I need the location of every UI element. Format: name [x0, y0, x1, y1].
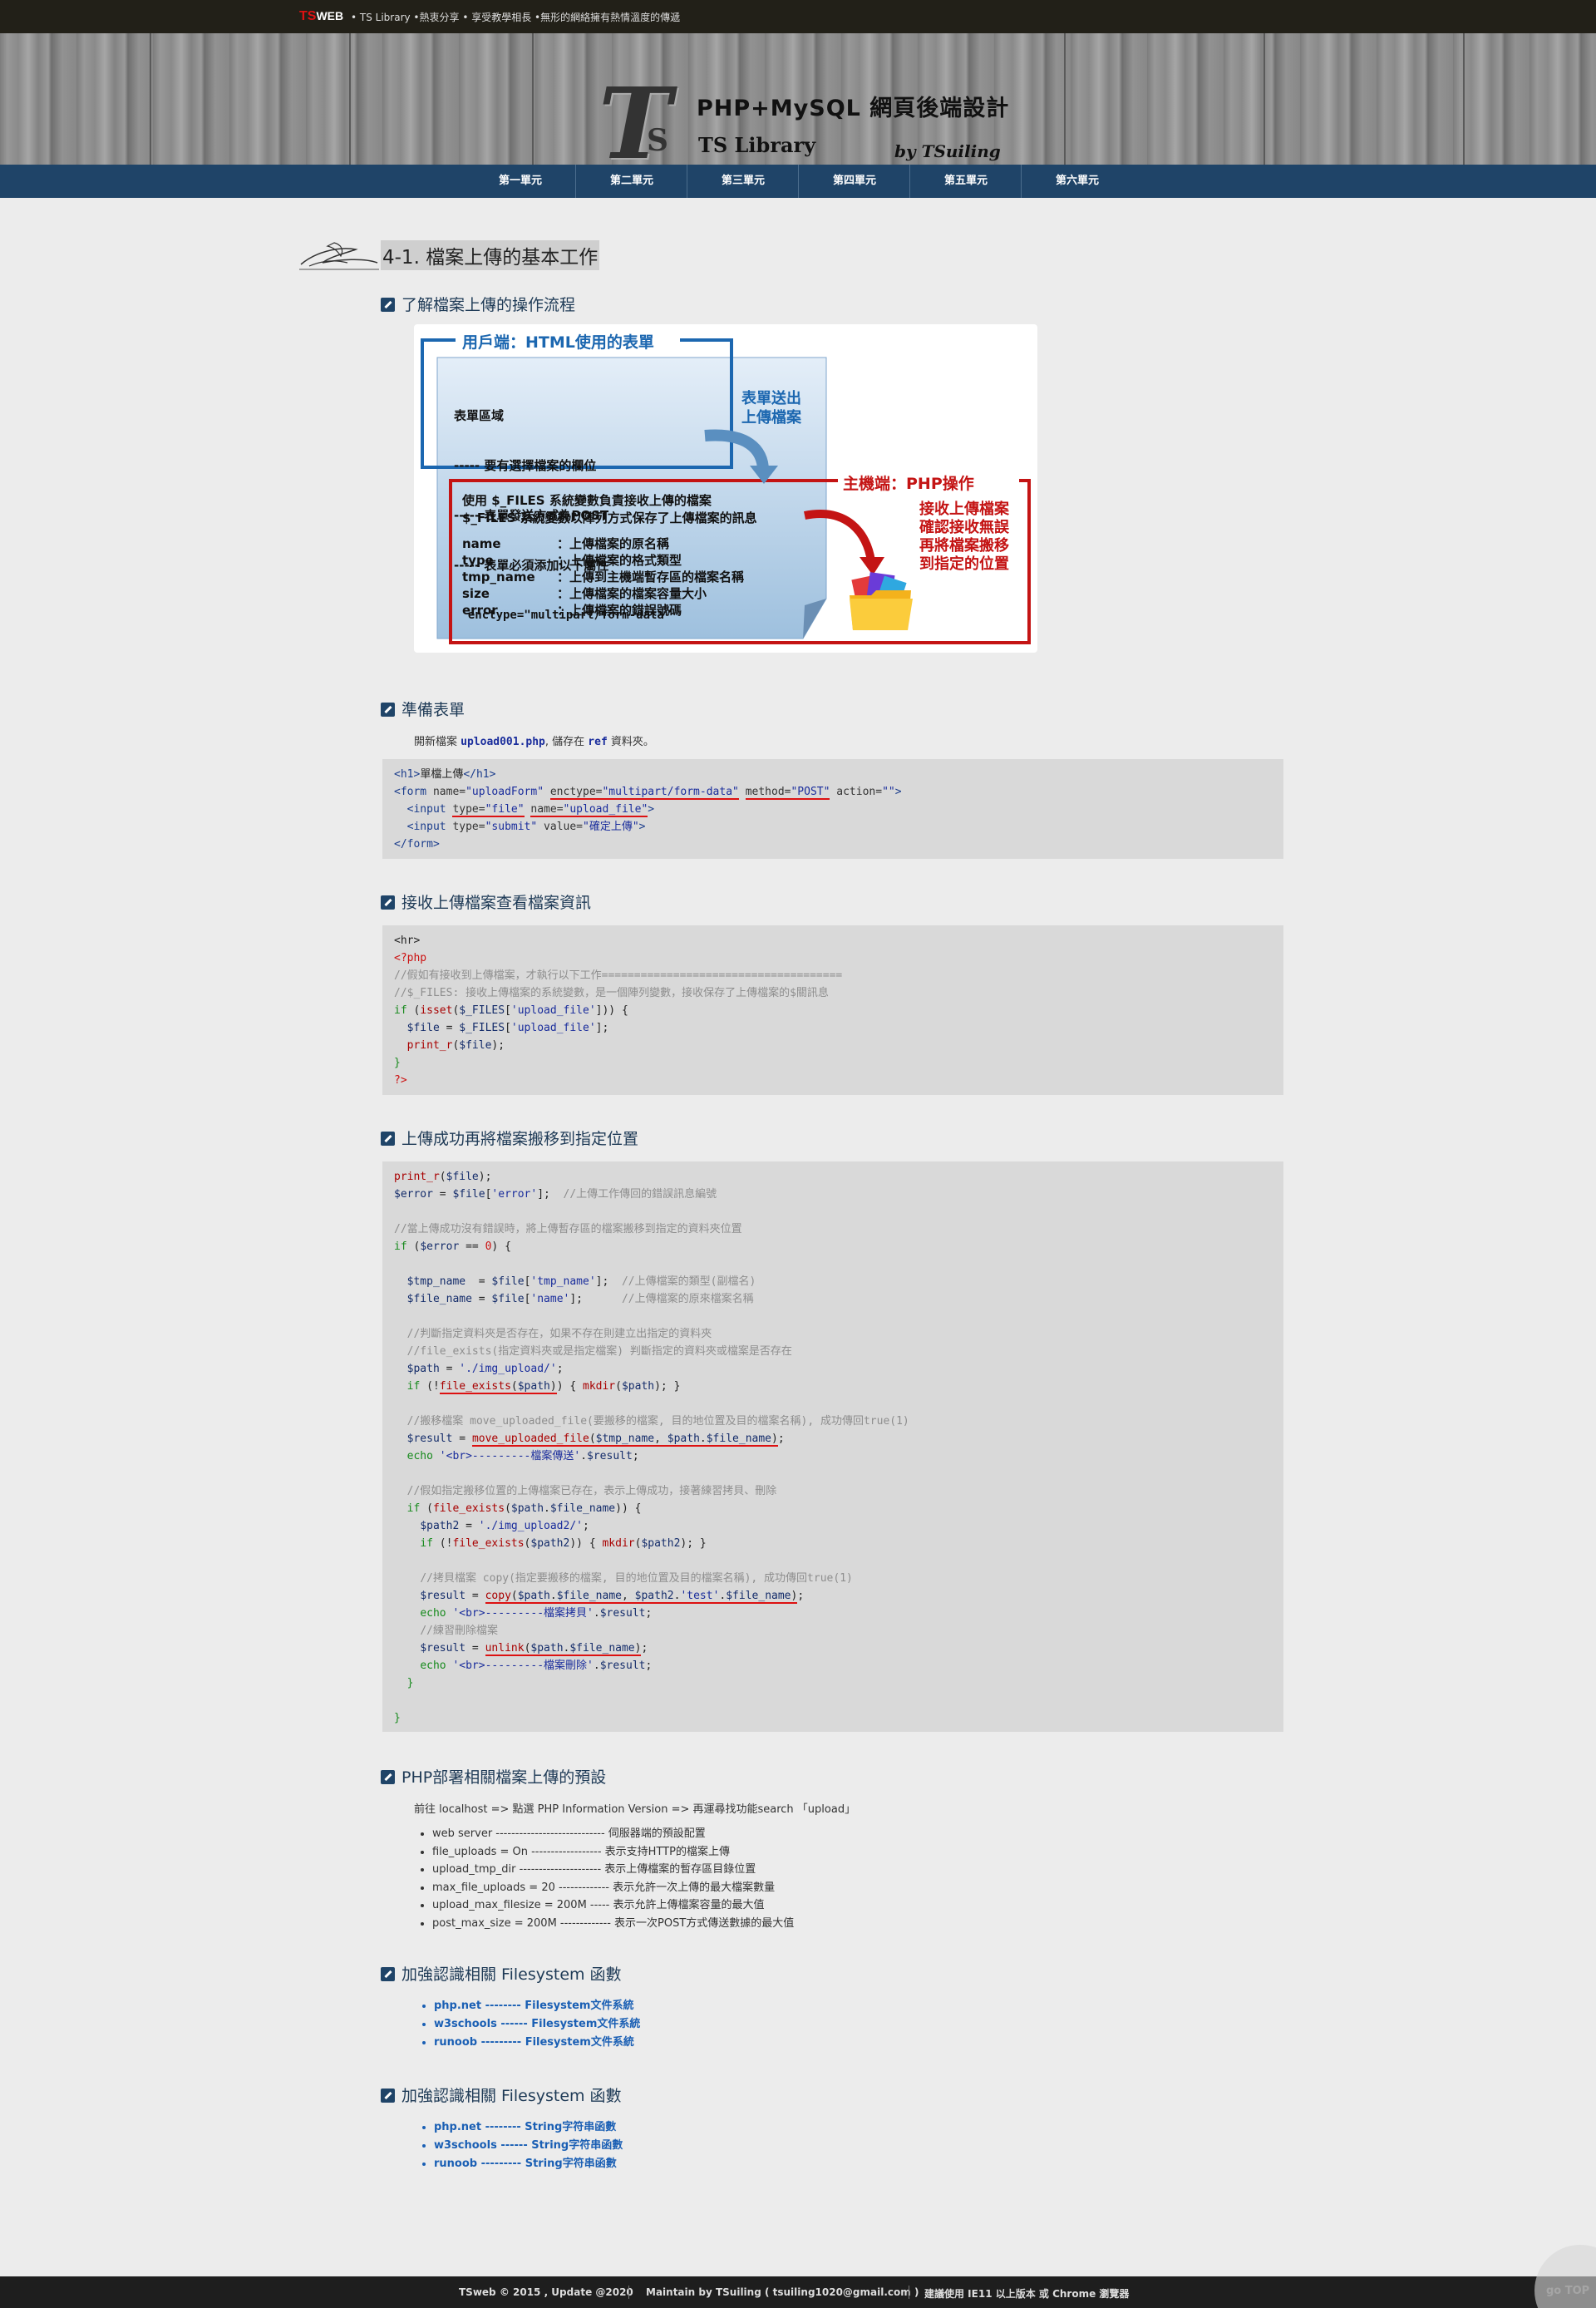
edit-icon	[381, 703, 395, 717]
site-title: PHP+MySQL 網頁後端設計	[697, 96, 1010, 121]
nav-item-unit-5[interactable]: 第五單元	[910, 165, 1022, 198]
section-heading-string: 加強認識相關 Filesystem 函數	[381, 2084, 622, 2106]
edit-icon	[381, 1132, 395, 1146]
nav-item-unit-6[interactable]: 第六單元	[1022, 165, 1133, 198]
list-item: max_file_uploads = 20 ------------- 表示允許…	[432, 1879, 794, 1897]
folder-highlight: ref	[588, 736, 608, 748]
page-title: 4-1. 檔案上傳的基本工作	[381, 240, 600, 270]
section-heading-filesystem: 加強認識相關 Filesystem 函數	[381, 1962, 622, 1985]
code-block-receive[interactable]: <hr> <?php //假如有接收到上傳檔案，才執行以下工作=========…	[382, 925, 1283, 1095]
section-heading-receive-file: 接收上傳檔案查看檔案資訊	[381, 890, 591, 913]
send-label: 表單送出 上傳檔案	[741, 390, 801, 427]
link-runoob-filesystem[interactable]: runoob --------- Filesystem文件系統	[434, 2036, 634, 2049]
folder-icon	[850, 572, 913, 630]
list-item: php.net -------- Filesystem文件系統	[434, 1997, 640, 2015]
code-block-move[interactable]: print_r($file); $error = $file['error'];…	[382, 1161, 1283, 1732]
footer-copyright: TSweb © 2015 , Update @2020	[459, 2286, 633, 2298]
code-block-form[interactable]: <h1>單檔上傳</h1> <form name="uploadForm" en…	[382, 759, 1283, 859]
top-bar: TSWEB • TS Library •熱衷分享 • 享受教學相長 •無形的網絡…	[0, 0, 1596, 33]
edit-icon	[381, 2089, 395, 2103]
section-heading-move-file: 上傳成功再將檔案搬移到指定位置	[381, 1127, 638, 1149]
edit-icon	[381, 1770, 395, 1784]
list-item: post_max_size = 200M ------------- 表示一次P…	[432, 1915, 794, 1933]
client-line: 表單區域	[454, 408, 505, 423]
files-field-row: error ：上傳檔案的錯誤號碼	[462, 603, 682, 618]
list-item: upload_tmp_dir --------------------- 表示上…	[432, 1861, 794, 1879]
filesystem-links: php.net -------- Filesystem文件系統 w3school…	[434, 1997, 640, 2052]
link-w3schools-string[interactable]: w3schools ------ String字符串函數	[434, 2139, 623, 2152]
site-byline: by TSuiling	[894, 141, 1001, 161]
files-field-row: name ：上傳檔案的原名稱	[462, 536, 670, 551]
nav-item-unit-2[interactable]: 第二單元	[576, 165, 687, 198]
section-heading-prepare-form: 準備表單	[381, 698, 465, 720]
server-box-title: 主機端：PHP操作	[843, 475, 974, 493]
list-item: php.net -------- String字符串函數	[434, 2118, 623, 2137]
quill-pen-icon	[299, 242, 379, 270]
filename-highlight: upload001.php	[461, 736, 545, 748]
files-field-table: name ：上傳檔案的原名稱 type ：上傳檔案的格式類型 tmp_name ：上傳…	[462, 535, 744, 619]
list-item: file_uploads = On ------------------ 表示支…	[432, 1843, 794, 1862]
files-field-row: size ：上傳檔案的檔案容量大小	[462, 586, 707, 601]
nav-item-unit-4[interactable]: 第四單元	[799, 165, 910, 198]
site-tagline: • TS Library •熱衷分享 • 享受教學相長 •無形的網絡擁有熱情溫度…	[351, 12, 681, 23]
server-intro: 使用 $_FILES 系統變數負責接收上傳的檔案 $_FILES 系統變數以陣列…	[462, 493, 757, 525]
footer-maintainer[interactable]: Maintain by TSuiling ( tsuiling1020@gmai…	[646, 2286, 919, 2298]
main-content: 4-1. 檔案上傳的基本工作 了解檔案上傳的操作流程 用戶端：HTML使用的表單…	[0, 198, 1596, 2276]
string-links: php.net -------- String字符串函數 w3schools -…	[434, 2118, 623, 2173]
files-field-row: type ：上傳檔案的格式類型	[462, 553, 682, 568]
prepare-form-text: 開新檔案 upload001.php, 儲存在 ref 資料夾。	[414, 736, 654, 748]
edit-icon	[381, 298, 395, 312]
nav-item-unit-1[interactable]: 第一單元	[465, 165, 576, 198]
main-nav: 第一單元 第二單元 第三單元 第四單元 第五單元 第六單元	[0, 165, 1596, 198]
site-logo[interactable]: TSWEB	[299, 9, 343, 24]
link-w3schools-filesystem[interactable]: w3schools ------ Filesystem文件系統	[434, 2018, 640, 2030]
header-banner: T S PHP+MySQL 網頁後端設計 TS Library by TSuil…	[0, 33, 1596, 173]
list-item: w3schools ------ Filesystem文件系統	[434, 2015, 640, 2034]
deploy-intro: 前往 localhost => 點選 PHP Information Versi…	[414, 1803, 856, 1816]
server-note: 接收上傳檔案 確認接收無誤 再將檔案搬移 到指定的位置	[919, 501, 1009, 573]
upload-flow-diagram: 用戶端：HTML使用的表單 表單區域 ----- 要有選擇檔案的欄位 -----…	[414, 324, 1037, 653]
list-item: w3schools ------ String字符串函數	[434, 2137, 623, 2155]
deploy-settings-list: web server ---------------------------- …	[432, 1825, 794, 1932]
section-heading-php-deploy: PHP部署相關檔案上傳的預設	[381, 1765, 606, 1788]
link-runoob-string[interactable]: runoob --------- String字符串函數	[434, 2158, 617, 2170]
files-field-row: tmp_name ：上傳到主機端暫存區的檔案名稱	[462, 570, 745, 584]
link-php-net-string[interactable]: php.net -------- String字符串函數	[434, 2121, 616, 2133]
section-heading-upload-flow: 了解檔案上傳的操作流程	[381, 293, 575, 315]
page-heading: 4-1. 檔案上傳的基本工作	[298, 238, 613, 271]
list-item: web server ---------------------------- …	[432, 1825, 794, 1843]
client-box-title: 用戶端：HTML使用的表單	[462, 333, 654, 352]
footer-browser-advice: 建議使用 IE11 以上版本 或 Chrome 瀏覽器	[924, 2288, 1130, 2300]
nav-item-unit-3[interactable]: 第三單元	[687, 165, 799, 198]
link-php-net-filesystem[interactable]: php.net -------- Filesystem文件系統	[434, 2000, 633, 2012]
list-item: runoob --------- String字符串函數	[434, 2155, 623, 2173]
site-subtitle: TS Library	[698, 133, 816, 157]
edit-icon	[381, 895, 395, 910]
list-item: upload_max_filesize = 200M ----- 表示允許上傳檔…	[432, 1896, 794, 1915]
edit-icon	[381, 1967, 395, 1981]
ts-emblem-s-icon: S	[647, 123, 668, 158]
list-item: runoob --------- Filesystem文件系統	[434, 2034, 640, 2052]
client-line: ----- 要有選擇檔案的欄位	[454, 458, 597, 473]
footer: TSweb © 2015 , Update @2020 Maintain by …	[0, 2276, 1596, 2308]
